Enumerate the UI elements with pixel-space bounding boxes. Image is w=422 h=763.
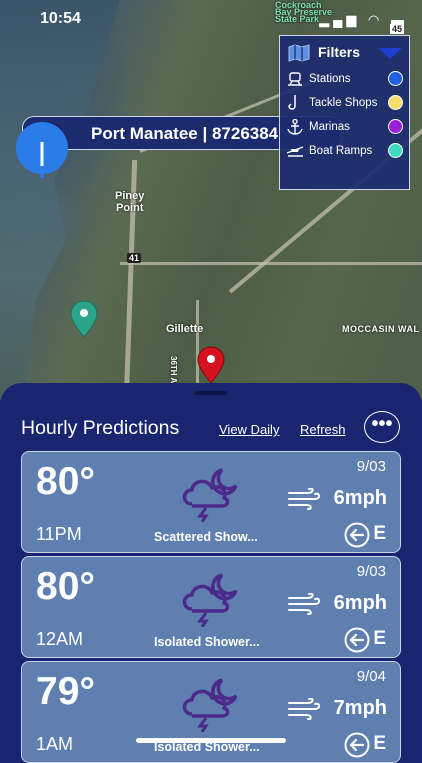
filter-item-marinas[interactable]: Marinas: [286, 118, 407, 138]
filters-header[interactable]: Filters: [280, 42, 411, 64]
map-icon: [288, 44, 310, 62]
view-daily-link[interactable]: View Daily: [219, 422, 279, 437]
map-label-point: Point: [116, 202, 144, 214]
hook-icon: [288, 95, 296, 110]
refresh-link[interactable]: Refresh: [300, 422, 346, 437]
boat-ramp-icon: [286, 146, 304, 157]
forecast-date: 9/03: [356, 458, 386, 475]
filter-item-boat-ramps[interactable]: Boat Ramps: [286, 142, 407, 162]
map-label-moccasin: MOCCASIN WAL: [342, 324, 420, 334]
selected-station-pin[interactable]: [14, 122, 70, 178]
filter-toggle-stations[interactable]: [388, 71, 403, 86]
filter-item-tackle-shops[interactable]: Tackle Shops: [286, 94, 407, 114]
status-bar: 10:54 ▂▄▆ ◠ ▬: [0, 10, 422, 32]
filter-toggle-boat-ramps[interactable]: [388, 143, 403, 158]
anchor-icon: [287, 119, 303, 135]
home-indicator: [136, 738, 286, 743]
wind-direction: E: [373, 733, 386, 754]
wind-icon: [288, 698, 320, 720]
forecast-hour: 11PM: [36, 524, 82, 544]
temperature: 80°: [36, 565, 95, 608]
forecast-date: 9/04: [356, 668, 386, 685]
wind-icon: [288, 488, 320, 510]
wind-speed: 7mph: [333, 697, 387, 719]
filter-toggle-tackle-shops[interactable]: [388, 95, 403, 110]
weather-description: Scattered Show...: [154, 530, 258, 544]
wifi-icon: ◠: [368, 12, 384, 27]
arrow-left-circle-icon: [344, 627, 370, 653]
battery-icon: ▬: [391, 12, 408, 27]
forecast-card[interactable]: 80° 9/03 6mph 12AM Isolated Shower... E: [21, 556, 401, 658]
arrow-left-circle-icon: [344, 732, 370, 758]
filters-panel: Filters Stations Tackle Shops Marinas Bo…: [279, 35, 410, 190]
wind-icon: [288, 593, 320, 615]
wind-direction: E: [373, 523, 386, 544]
filter-item-stations[interactable]: Stations: [286, 70, 407, 90]
filter-toggle-marinas[interactable]: [388, 119, 403, 134]
filters-title: Filters: [318, 44, 361, 60]
forecast-card[interactable]: 79° 9/04 7mph 1AM Isolated Shower... E: [21, 661, 401, 763]
wind-speed: 6mph: [333, 487, 387, 509]
temperature: 79°: [36, 670, 95, 713]
cloud-moon-lightning-icon: [182, 573, 238, 627]
map-label-route: 41: [127, 253, 142, 263]
wind-speed: 6mph: [333, 592, 387, 614]
map-label-piney: Piney: [115, 190, 145, 202]
filter-label: Stations: [309, 73, 351, 85]
temperature: 80°: [36, 460, 95, 503]
water-area: [0, 0, 120, 400]
wind-direction: E: [373, 628, 386, 649]
weather-description: Isolated Shower...: [154, 635, 260, 649]
drag-handle[interactable]: [195, 391, 227, 395]
chevron-down-icon[interactable]: [378, 48, 402, 60]
map-label-gillette: Gillette: [166, 323, 204, 335]
filter-label: Boat Ramps: [309, 145, 373, 157]
forecast-card[interactable]: 80° 9/03 6mph 11PM Scattered Show... E: [21, 451, 401, 553]
filter-label: Tackle Shops: [309, 97, 378, 109]
signal-icon: ▂▄▆: [319, 12, 361, 27]
panel-title: Hourly Predictions: [21, 417, 180, 439]
status-time: 10:54: [40, 10, 81, 27]
tackle-shop-pin[interactable]: [197, 346, 225, 384]
station-icon: [288, 72, 302, 86]
arrow-left-circle-icon: [344, 522, 370, 548]
road-horizontal: [120, 262, 422, 265]
forecast-date: 9/03: [356, 563, 386, 580]
cloud-moon-lightning-icon: [182, 468, 238, 522]
more-options-button[interactable]: •••: [364, 411, 400, 443]
forecast-hour: 1AM: [36, 734, 74, 754]
forecast-hour: 12AM: [36, 629, 84, 649]
marina-pin[interactable]: [70, 300, 98, 338]
cloud-moon-lightning-icon: [182, 678, 238, 732]
filter-label: Marinas: [309, 121, 350, 133]
